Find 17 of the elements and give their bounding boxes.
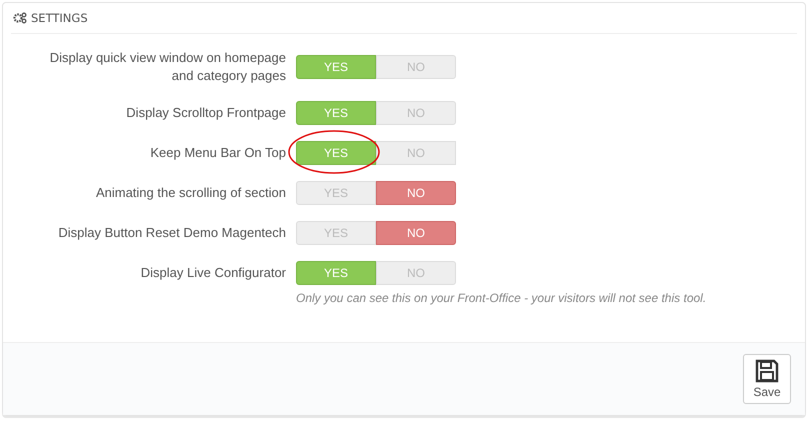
setting-label: Display Live Configurator xyxy=(140,264,286,282)
switch-option[interactable]: YES xyxy=(296,261,376,285)
switch-option[interactable]: YES xyxy=(296,141,376,165)
setting-label: Display Button Reset Demo Magentech xyxy=(57,224,286,242)
save-button[interactable]: Save xyxy=(743,354,791,404)
help-text: Only you can see this on your Front-Office - your visitors will not see this tool. xyxy=(296,291,708,305)
setting-label: Animating the scrolling of section xyxy=(94,184,286,202)
switch-option[interactable]: YES xyxy=(296,101,376,125)
switch-option[interactable]: YES xyxy=(296,55,376,79)
gears-icon xyxy=(13,12,27,24)
switch-option[interactable]: NO xyxy=(376,181,456,205)
panel-title: SETTINGS xyxy=(31,11,88,25)
switch-option[interactable]: NO xyxy=(376,221,456,245)
setting-label: Display quick view window on homepage and category pages xyxy=(48,49,286,85)
setting-label: Display Scrolltop Frontpage xyxy=(125,104,286,122)
save-icon xyxy=(755,359,779,383)
setting-label: Keep Menu Bar On Top xyxy=(149,144,286,162)
